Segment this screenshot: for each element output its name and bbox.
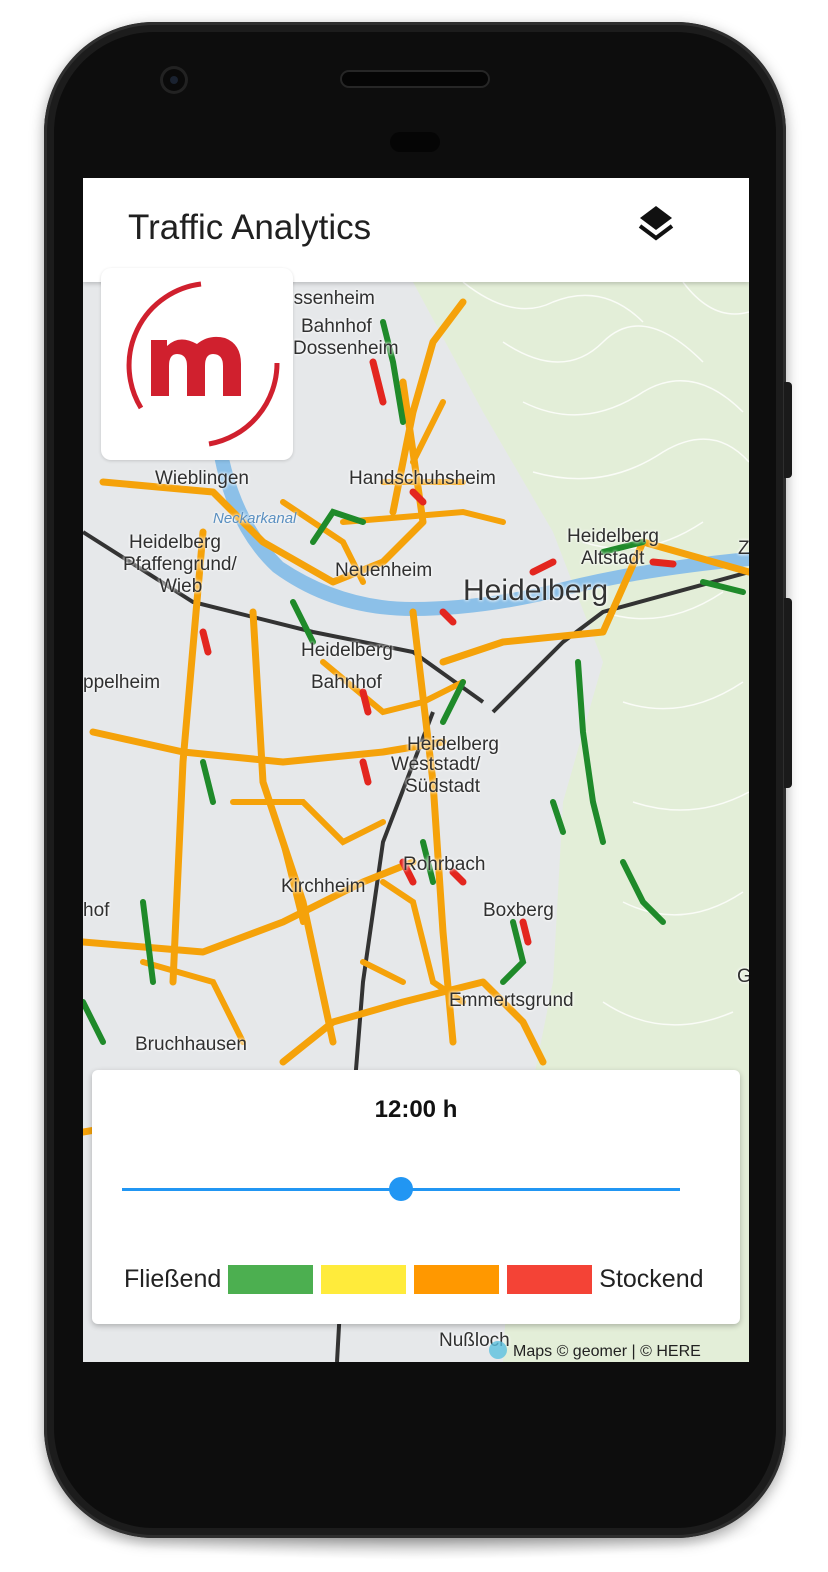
time-label: 12:00 h (374, 1096, 458, 1123)
layers-icon (638, 206, 674, 241)
legend-swatch-red (507, 1264, 593, 1294)
map-label-eppelheim: ppelheim (83, 672, 161, 693)
legend-label-flowing: Fließend (124, 1264, 222, 1293)
map-label-neuenheim: Neuenheim (335, 560, 433, 581)
map-label-bahnhof: Bahnhof (301, 316, 372, 337)
map-label-handschuhsheim: Handschuhsheim (349, 468, 496, 489)
map-label-rohrbach: Rohrbach (403, 854, 486, 875)
map-label-pfaffengrund-2: Pfaffengrund/ (123, 554, 237, 575)
map-label-bahnhof-dossenheim: Dossenheim (293, 338, 399, 359)
map-label-neckarkanal: Neckarkanal (213, 510, 297, 527)
map-label-emmertsgrund: Emmertsgrund (449, 990, 574, 1011)
map-label-bruchhausen: Bruchhausen (135, 1034, 247, 1055)
app-screen: Traffic Analytics ossenheim Bahnhof Doss… (83, 178, 749, 1362)
map-label-weststadt-3: Südstadt (405, 776, 480, 797)
proximity-sensor (390, 132, 440, 152)
map-provider-icon (489, 1341, 507, 1359)
app-title: Traffic Analytics (128, 208, 372, 247)
map-label-kirchheim: Kirchheim (281, 876, 366, 897)
traffic-legend: Fließend Stockend (124, 1264, 704, 1294)
map-attribution: Maps © geomer | © HERE (489, 1341, 701, 1361)
layers-button[interactable] (631, 200, 681, 250)
map-label-wieblingen: Wieblingen (155, 468, 249, 489)
legend-swatch-yellow (321, 1264, 407, 1294)
map-label-z: Z (738, 538, 749, 559)
front-camera-icon (163, 69, 185, 91)
map-label-hof: hof (83, 900, 110, 921)
map-label-heidelberg: Heidelberg (463, 574, 609, 607)
legend-swatch-green (228, 1264, 314, 1294)
map-label-heidelberg-altstadt: Heidelberg (567, 526, 659, 547)
attribution-text: Maps © geomer | © HERE (513, 1343, 701, 1360)
map-label-boxberg: Boxberg (483, 900, 554, 921)
map-label-hbf-2: Bahnhof (311, 672, 382, 693)
legend-label-congested: Stockend (599, 1264, 704, 1293)
map-label-weststadt-1: Heidelberg (407, 734, 499, 755)
map-label-pfaffengrund-1: Heidelberg (129, 532, 221, 553)
map-label-dossenheim: ossenheim (283, 288, 375, 309)
time-slider-thumb[interactable] (389, 1177, 413, 1201)
legend-swatch-orange (414, 1264, 500, 1294)
map-label-pfaffengrund-3: Wieb (159, 576, 203, 597)
volume-button (784, 382, 792, 478)
map-label-weststadt-2: Weststadt/ (391, 754, 481, 775)
map-label-g: G (737, 966, 749, 987)
time-control-panel: 12:00 h Fließend Stockend (92, 1070, 740, 1324)
map-label-altstadt: Altstadt (581, 548, 645, 569)
earpiece-speaker (342, 72, 488, 86)
m-logo-icon (126, 281, 280, 447)
map-label-hbf-1: Heidelberg (301, 640, 393, 661)
app-bar: Traffic Analytics (83, 178, 749, 282)
brand-logo (101, 268, 293, 460)
power-button (784, 598, 792, 788)
